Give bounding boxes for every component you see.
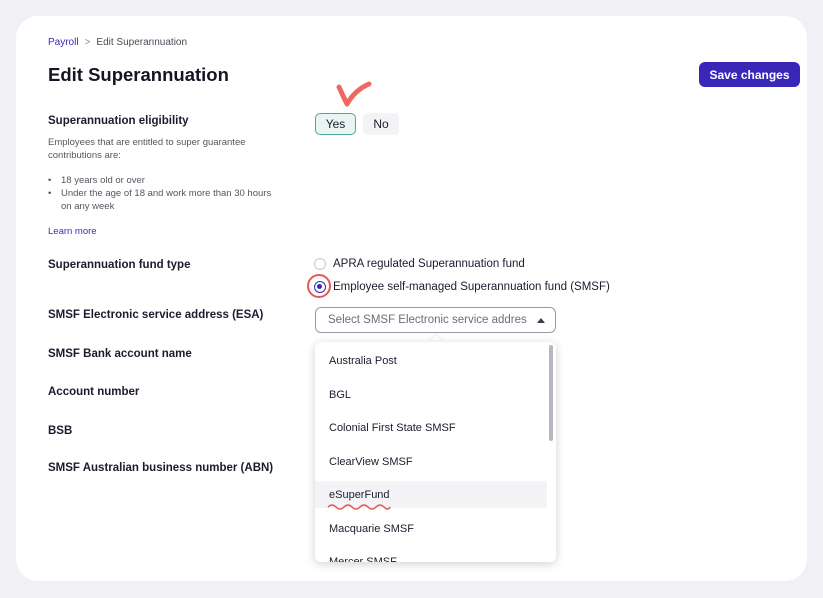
fund-type-label: Superannuation fund type bbox=[48, 259, 191, 271]
dropdown-option[interactable]: Australia Post bbox=[315, 347, 547, 374]
dropdown-option[interactable]: Macquarie SMSF bbox=[315, 515, 547, 542]
eligibility-label: Superannuation eligibility bbox=[48, 115, 189, 127]
list-item: Under the age of 18 and work more than 3… bbox=[48, 187, 278, 213]
check-annotation-icon bbox=[336, 81, 372, 107]
fund-type-option-smsf[interactable]: Employee self-managed Superannuation fun… bbox=[314, 281, 610, 293]
breadcrumb: Payroll > Edit Superannuation bbox=[48, 37, 187, 48]
eligibility-description: Employees that are entitled to super gua… bbox=[48, 137, 246, 161]
eligibility-no-button[interactable]: No bbox=[363, 113, 399, 135]
dropdown-option[interactable]: Colonial First State SMSF bbox=[315, 414, 547, 441]
edit-superannuation-card: Payroll > Edit Superannuation Edit Super… bbox=[16, 16, 807, 581]
esa-select-placeholder: Select SMSF Electronic service addres bbox=[328, 314, 527, 326]
learn-more-link[interactable]: Learn more bbox=[48, 226, 97, 237]
eligibility-criteria-list: 18 years old or over Under the age of 18… bbox=[48, 174, 278, 213]
caret-up-icon bbox=[537, 318, 545, 323]
squiggle-underline-annotation bbox=[327, 504, 391, 510]
esa-label: SMSF Electronic service address (ESA) bbox=[48, 309, 264, 321]
eligibility-yes-button[interactable]: Yes bbox=[315, 113, 356, 135]
dropdown-option[interactable]: Mercer SMSF bbox=[315, 548, 547, 563]
fund-type-option-label: Employee self-managed Superannuation fun… bbox=[333, 281, 610, 293]
annotation-circle bbox=[307, 274, 331, 298]
page-title: Edit Superannuation bbox=[48, 64, 229, 85]
account-number-label: Account number bbox=[48, 386, 140, 398]
save-changes-button[interactable]: Save changes bbox=[699, 62, 800, 87]
breadcrumb-current: Edit Superannuation bbox=[96, 37, 188, 48]
radio-unchecked-icon[interactable] bbox=[314, 258, 326, 270]
abn-label: SMSF Australian business number (ABN) bbox=[48, 462, 274, 474]
bsb-label: BSB bbox=[48, 425, 73, 437]
bank-account-name-label: SMSF Bank account name bbox=[48, 348, 192, 360]
dropdown-option[interactable]: ClearView SMSF bbox=[315, 448, 547, 475]
esa-select[interactable]: Select SMSF Electronic service addres bbox=[315, 307, 556, 333]
dropdown-option[interactable]: BGL bbox=[315, 381, 547, 408]
breadcrumb-payroll-link[interactable]: Payroll bbox=[48, 37, 79, 48]
chevron-right-icon: > bbox=[84, 37, 91, 48]
dropdown-scrollbar-thumb[interactable] bbox=[549, 345, 553, 441]
fund-type-option-label: APRA regulated Superannuation fund bbox=[333, 258, 525, 270]
esa-dropdown-menu: Australia Post BGL Colonial First State … bbox=[315, 342, 556, 562]
fund-type-option-apra[interactable]: APRA regulated Superannuation fund bbox=[314, 258, 525, 270]
list-item: 18 years old or over bbox=[48, 174, 278, 187]
